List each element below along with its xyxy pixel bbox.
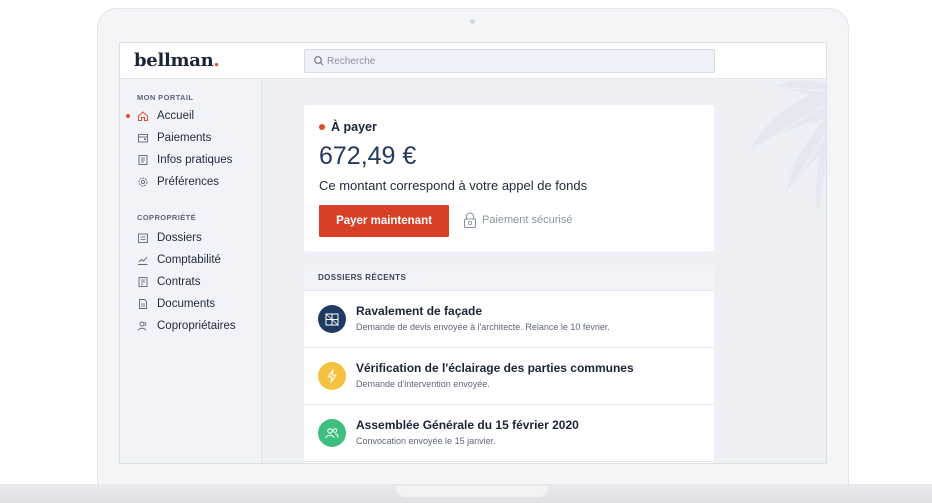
home-icon xyxy=(138,111,148,121)
sidebar-item-comptabilite[interactable]: Comptabilité xyxy=(126,250,258,270)
recent-files-panel: DOSSIERS RÉCENTS Ravalement de façade De… xyxy=(304,265,714,463)
sidebar-item-label: Copropriétaires xyxy=(157,320,236,332)
document-icon xyxy=(139,299,147,309)
sidebar-item-preferences[interactable]: Préférences xyxy=(126,172,258,192)
page: bellman. MON PORTAIL xyxy=(0,0,932,503)
chart-line-icon xyxy=(138,256,148,265)
sidebar-section-copro-title: COPROPRIÉTÉ xyxy=(137,213,196,222)
payment-status: À payer xyxy=(319,120,377,134)
sidebar: MON PORTAIL Accueil Paiements Infos prat… xyxy=(120,79,262,463)
secure-payment-label: Paiement sécurisé xyxy=(482,214,573,226)
folder-icon xyxy=(138,233,148,243)
lock-icon xyxy=(463,212,477,229)
payment-description: Ce montant correspond à votre appel de f… xyxy=(319,178,588,193)
payment-status-label: À payer xyxy=(331,120,377,134)
users-icon xyxy=(138,321,147,331)
sidebar-item-label: Accueil xyxy=(157,110,195,122)
sidebar-item-infos-pratiques[interactable]: Infos pratiques xyxy=(126,150,258,170)
sidebar-item-coproprietaires[interactable]: Copropriétaires xyxy=(126,316,258,336)
payment-card: À payer 672,49 € Ce montant correspond à… xyxy=(304,105,714,251)
recent-files-title: DOSSIERS RÉCENTS xyxy=(304,265,714,291)
lightning-icon xyxy=(318,362,346,390)
list-item[interactable]: Assemblée Générale du 15 février 2020 Co… xyxy=(304,405,714,462)
file-title: Ravalement de façade xyxy=(356,304,483,318)
search-icon xyxy=(314,56,324,66)
file-subtitle: Demande d'intervention envoyée. xyxy=(356,379,490,389)
pay-now-button[interactable]: Payer maintenant xyxy=(319,205,449,237)
contract-icon xyxy=(138,277,148,287)
sidebar-item-contrats[interactable]: Contrats xyxy=(126,272,258,292)
top-bar: bellman. xyxy=(120,43,826,79)
file-subtitle: Demande de devis envoyée à l'architecte.… xyxy=(356,322,610,332)
wallet-icon xyxy=(138,134,148,143)
sidebar-item-accueil[interactable]: Accueil xyxy=(126,106,258,126)
laptop-camera xyxy=(470,19,475,24)
active-indicator xyxy=(126,114,130,118)
palm-leaf-decoration xyxy=(751,80,826,214)
brand-name: bellman xyxy=(134,50,214,71)
list-item[interactable]: Ravalement de façade Demande de devis en… xyxy=(304,291,714,348)
file-title: Vérification de l'éclairage des parties … xyxy=(356,361,634,375)
sidebar-item-label: Documents xyxy=(157,298,216,310)
sidebar-section-portal-title: MON PORTAIL xyxy=(137,93,194,102)
app-screen: bellman. MON PORTAIL xyxy=(119,42,827,464)
sidebar-item-paiements[interactable]: Paiements xyxy=(126,128,258,148)
brand-dot: . xyxy=(213,50,220,71)
sidebar-item-documents[interactable]: Documents xyxy=(126,294,258,314)
sidebar-item-label: Préférences xyxy=(157,176,220,188)
file-subtitle: Convocation envoyée le 15 janvier. xyxy=(356,436,496,446)
search-box[interactable] xyxy=(304,49,715,73)
payment-amount: 672,49 € xyxy=(319,142,417,170)
secure-payment-note: Paiement sécurisé xyxy=(462,211,573,229)
sidebar-item-label: Contrats xyxy=(157,276,201,288)
sidebar-item-label: Comptabilité xyxy=(157,254,221,266)
scaffold-icon xyxy=(318,305,346,333)
brand-logo[interactable]: bellman. xyxy=(134,50,220,71)
sidebar-item-label: Paiements xyxy=(157,132,212,144)
sidebar-item-label: Infos pratiques xyxy=(157,154,233,166)
people-icon xyxy=(318,419,346,447)
info-doc-icon xyxy=(138,155,148,165)
gear-icon xyxy=(138,177,148,187)
sidebar-item-dossiers[interactable]: Dossiers xyxy=(126,228,258,248)
list-item[interactable]: Vérification de l'éclairage des parties … xyxy=(304,348,714,405)
laptop-notch xyxy=(396,484,548,497)
search-input[interactable] xyxy=(327,53,697,69)
sidebar-item-label: Dossiers xyxy=(157,232,202,244)
status-dot-icon xyxy=(319,124,325,130)
file-title: Assemblée Générale du 15 février 2020 xyxy=(356,418,579,432)
